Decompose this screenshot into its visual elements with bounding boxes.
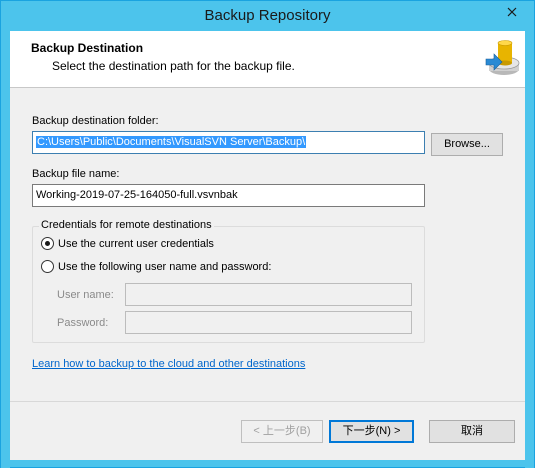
window-frame-right (525, 31, 534, 468)
cloud-backup-link[interactable]: Learn how to backup to the cloud and oth… (32, 358, 305, 370)
destination-folder-label: Backup destination folder: (32, 115, 159, 127)
header-title: Backup Destination (31, 41, 144, 55)
radio-current-credentials[interactable]: Use the current user credentials (41, 237, 214, 250)
cancel-button[interactable]: 取消 (429, 420, 515, 443)
file-name-input[interactable]: Working-2019-07-25-164050-full.vsvnbak (32, 184, 425, 207)
file-name-label: Backup file name: (32, 168, 120, 180)
radio-current-credentials-label: Use the current user credentials (58, 237, 214, 250)
password-label: Password: (57, 317, 109, 329)
wizard-header: Backup Destination Select the destinatio… (10, 31, 525, 88)
password-input[interactable] (125, 311, 412, 334)
window-title: Backup Repository (204, 7, 331, 24)
radio-custom-credentials-label: Use the following user name and password… (58, 260, 272, 273)
radio-custom-credentials[interactable]: Use the following user name and password… (41, 260, 271, 273)
backup-repository-window: Backup Repository Backup Destination Sel… (0, 0, 535, 468)
username-input[interactable] (125, 283, 412, 306)
radio-unchecked-icon (41, 260, 54, 273)
header-subtitle: Select the destination path for the back… (52, 59, 295, 73)
back-button[interactable]: < 上一步(B) (241, 420, 323, 443)
window-frame-bottom (1, 459, 534, 467)
close-icon (507, 7, 517, 17)
radio-checked-icon (41, 237, 54, 250)
destination-folder-value: C:\Users\Public\Documents\VisualSVN Serv… (36, 136, 307, 148)
destination-folder-input[interactable]: C:\Users\Public\Documents\VisualSVN Serv… (32, 131, 425, 154)
close-button[interactable] (496, 1, 528, 23)
browse-button[interactable]: Browse... (431, 133, 503, 156)
credentials-legend: Credentials for remote destinations (39, 219, 214, 231)
window-frame-left (1, 31, 10, 468)
next-button[interactable]: 下一步(N) > (329, 420, 414, 443)
title-bar[interactable]: Backup Repository (1, 1, 534, 31)
backup-database-icon (485, 40, 520, 75)
footer-separator (10, 401, 525, 402)
username-label: User name: (57, 289, 114, 301)
